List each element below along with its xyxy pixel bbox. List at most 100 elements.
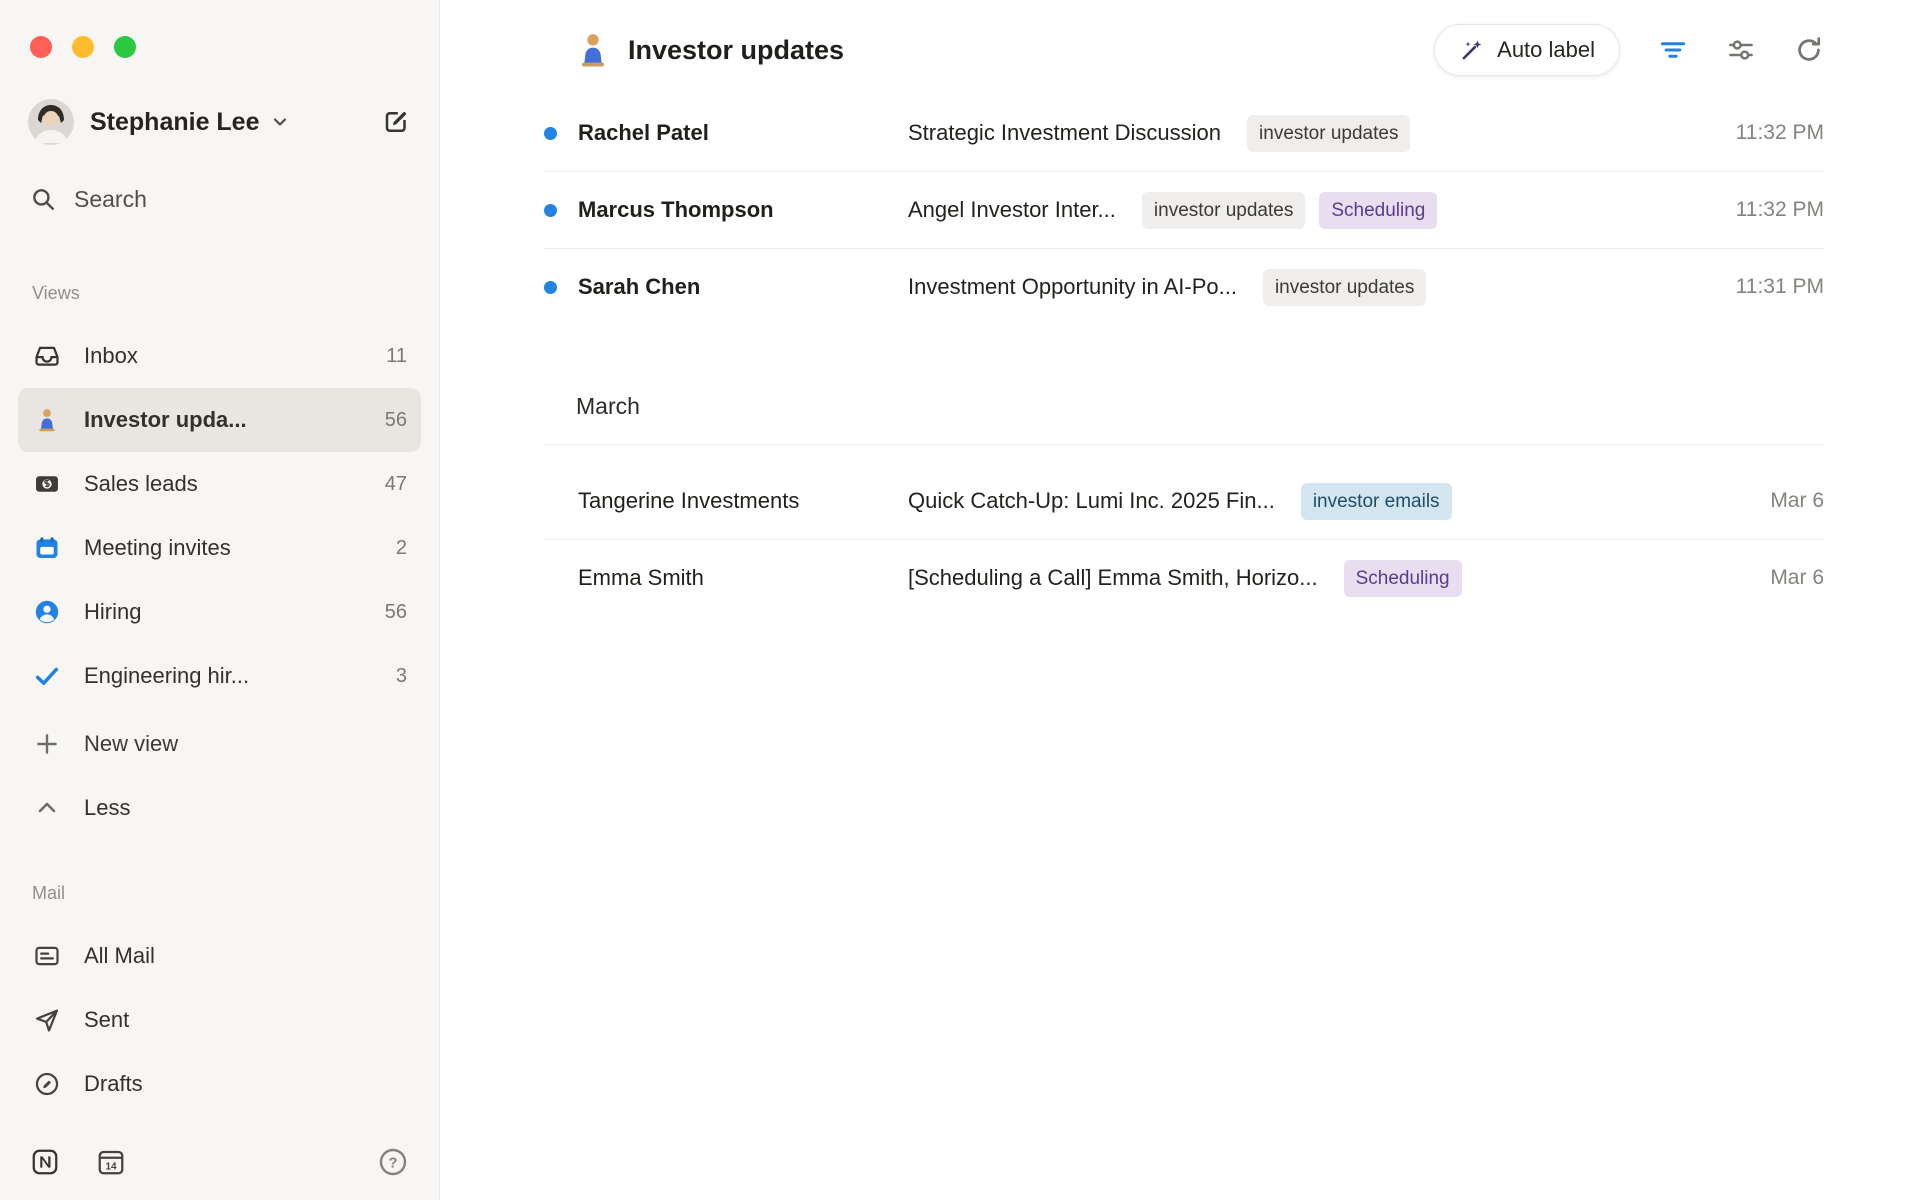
email-sender: Marcus Thompson <box>578 197 908 223</box>
email-sender: Tangerine Investments <box>578 488 908 514</box>
zoom-window-button[interactable] <box>114 36 136 58</box>
sidebar-item-label: Sales leads <box>84 471 198 497</box>
email-time: Mar 6 <box>1750 566 1824 590</box>
sidebar-item-meeting-invites[interactable]: Meeting invites 2 <box>18 516 421 580</box>
sidebar-item-hiring[interactable]: Hiring 56 <box>18 580 421 644</box>
email-tag[interactable]: investor updates <box>1263 269 1426 306</box>
sidebar-item-inbox[interactable]: Inbox 11 <box>18 324 421 388</box>
sidebar-item-label: Inbox <box>84 343 138 369</box>
email-row[interactable]: Rachel PatelStrategic Investment Discuss… <box>544 95 1824 172</box>
paper-plane-icon <box>32 1005 62 1035</box>
chevron-up-icon <box>32 793 62 823</box>
unread-dot <box>544 127 557 140</box>
header-actions: Auto label <box>1434 24 1824 76</box>
email-subject: [Scheduling a Call] Emma Smith, Horizo..… <box>908 565 1318 591</box>
display-settings-icon[interactable] <box>1726 35 1756 65</box>
svg-text:?: ? <box>389 1156 398 1172</box>
sidebar-item-count: 56 <box>385 409 407 432</box>
sidebar-item-sent[interactable]: Sent <box>18 988 421 1052</box>
less-button[interactable]: Less <box>18 776 421 840</box>
sidebar-item-count: 2 <box>396 537 407 560</box>
unread-dot <box>544 281 557 294</box>
email-row[interactable]: Sarah ChenInvestment Opportunity in AI-P… <box>544 249 1824 325</box>
email-row[interactable]: Tangerine InvestmentsQuick Catch-Up: Lum… <box>544 463 1824 540</box>
close-window-button[interactable] <box>30 36 52 58</box>
views-section-header: Views <box>18 282 421 304</box>
search-label: Search <box>74 186 147 213</box>
notion-logo-icon[interactable] <box>30 1147 60 1177</box>
search-icon <box>30 186 56 212</box>
calendar-icon <box>32 533 62 563</box>
email-tag[interactable]: investor emails <box>1301 483 1452 520</box>
page-title: Investor updates <box>628 35 844 66</box>
email-sender: Sarah Chen <box>578 274 908 300</box>
minimize-window-button[interactable] <box>72 36 94 58</box>
new-view-label: New view <box>84 731 178 757</box>
sidebar-item-label: Hiring <box>84 599 141 625</box>
sidebar-item-investor-updates[interactable]: Investor upda... 56 <box>18 388 421 452</box>
email-subject: Strategic Investment Discussion <box>908 120 1221 146</box>
help-icon[interactable]: ? <box>377 1146 409 1178</box>
email-subject: Investment Opportunity in AI-Po... <box>908 274 1237 300</box>
email-list: Rachel PatelStrategic Investment Discuss… <box>440 95 1920 616</box>
email-tags: investor updates Scheduling <box>1142 192 1437 229</box>
user-name: Stephanie Lee <box>90 108 260 137</box>
checkmark-icon <box>32 661 62 691</box>
refresh-icon[interactable] <box>1794 35 1824 65</box>
wand-icon <box>1459 37 1485 63</box>
window-controls <box>30 36 421 58</box>
email-tag[interactable]: Scheduling <box>1319 192 1437 229</box>
sidebar-item-count: 11 <box>386 345 407 368</box>
calendar-app-icon[interactable]: 14 <box>96 1147 126 1177</box>
email-subject: Angel Investor Inter... <box>908 197 1116 223</box>
email-time: Mar 6 <box>1750 489 1824 513</box>
investor-statue-icon <box>32 405 62 435</box>
banknote-icon <box>32 469 62 499</box>
month-header: March <box>544 325 1824 445</box>
email-time: 11:32 PM <box>1716 121 1824 145</box>
auto-label-button[interactable]: Auto label <box>1434 24 1620 76</box>
sidebar: Stephanie Lee Search Views Inbox 11 <box>0 0 440 1200</box>
sidebar-item-label: Sent <box>84 1007 129 1033</box>
sidebar-item-label: Drafts <box>84 1071 143 1097</box>
email-tag[interactable]: investor updates <box>1142 192 1305 229</box>
plus-icon <box>32 729 62 759</box>
email-tag[interactable]: investor updates <box>1247 115 1410 152</box>
filter-icon[interactable] <box>1658 35 1688 65</box>
person-circle-icon <box>32 597 62 627</box>
auto-label-text: Auto label <box>1497 37 1595 63</box>
all-mail-icon <box>32 941 62 971</box>
email-row[interactable]: Marcus ThompsonAngel Investor Inter... in… <box>544 172 1824 249</box>
email-tag[interactable]: Scheduling <box>1344 560 1462 597</box>
sidebar-item-engineering-hiring[interactable]: Engineering hir... 3 <box>18 644 421 708</box>
email-subject: Quick Catch-Up: Lumi Inc. 2025 Fin... <box>908 488 1275 514</box>
account-switcher[interactable]: Stephanie Lee <box>18 98 421 146</box>
sidebar-item-label: Engineering hir... <box>84 663 249 689</box>
email-time: 11:32 PM <box>1716 198 1824 222</box>
email-row[interactable]: Emma Smith[Scheduling a Call] Emma Smith… <box>544 540 1824 616</box>
sidebar-item-drafts[interactable]: Drafts <box>18 1052 421 1116</box>
avatar <box>28 99 74 145</box>
email-tags: Scheduling <box>1344 560 1462 597</box>
less-label: Less <box>84 795 130 821</box>
search-button[interactable]: Search <box>18 176 421 222</box>
email-tags: investor updates <box>1247 115 1410 152</box>
drafts-pencil-icon <box>32 1069 62 1099</box>
views-list: Inbox 11 Investor upda... 56 Sales leads… <box>18 324 421 840</box>
sidebar-item-sales-leads[interactable]: Sales leads 47 <box>18 452 421 516</box>
email-sender: Rachel Patel <box>578 120 908 146</box>
sidebar-item-all-mail[interactable]: All Mail <box>18 924 421 988</box>
mail-app: Stephanie Lee Search Views Inbox 11 <box>0 0 1920 1200</box>
inbox-icon <box>32 341 62 371</box>
mail-section-header: Mail <box>18 882 421 904</box>
sidebar-item-label: Investor upda... <box>84 407 247 433</box>
email-sender: Emma Smith <box>578 565 908 591</box>
main-content: Investor updates Auto label <box>440 0 1920 1200</box>
compose-button[interactable] <box>381 107 411 137</box>
sidebar-item-count: 47 <box>385 473 407 496</box>
new-view-button[interactable]: New view <box>18 712 421 776</box>
sidebar-item-label: All Mail <box>84 943 155 969</box>
calendar-day-number: 14 <box>105 1162 117 1173</box>
email-tags: investor updates <box>1263 269 1426 306</box>
investor-statue-icon <box>574 31 612 69</box>
